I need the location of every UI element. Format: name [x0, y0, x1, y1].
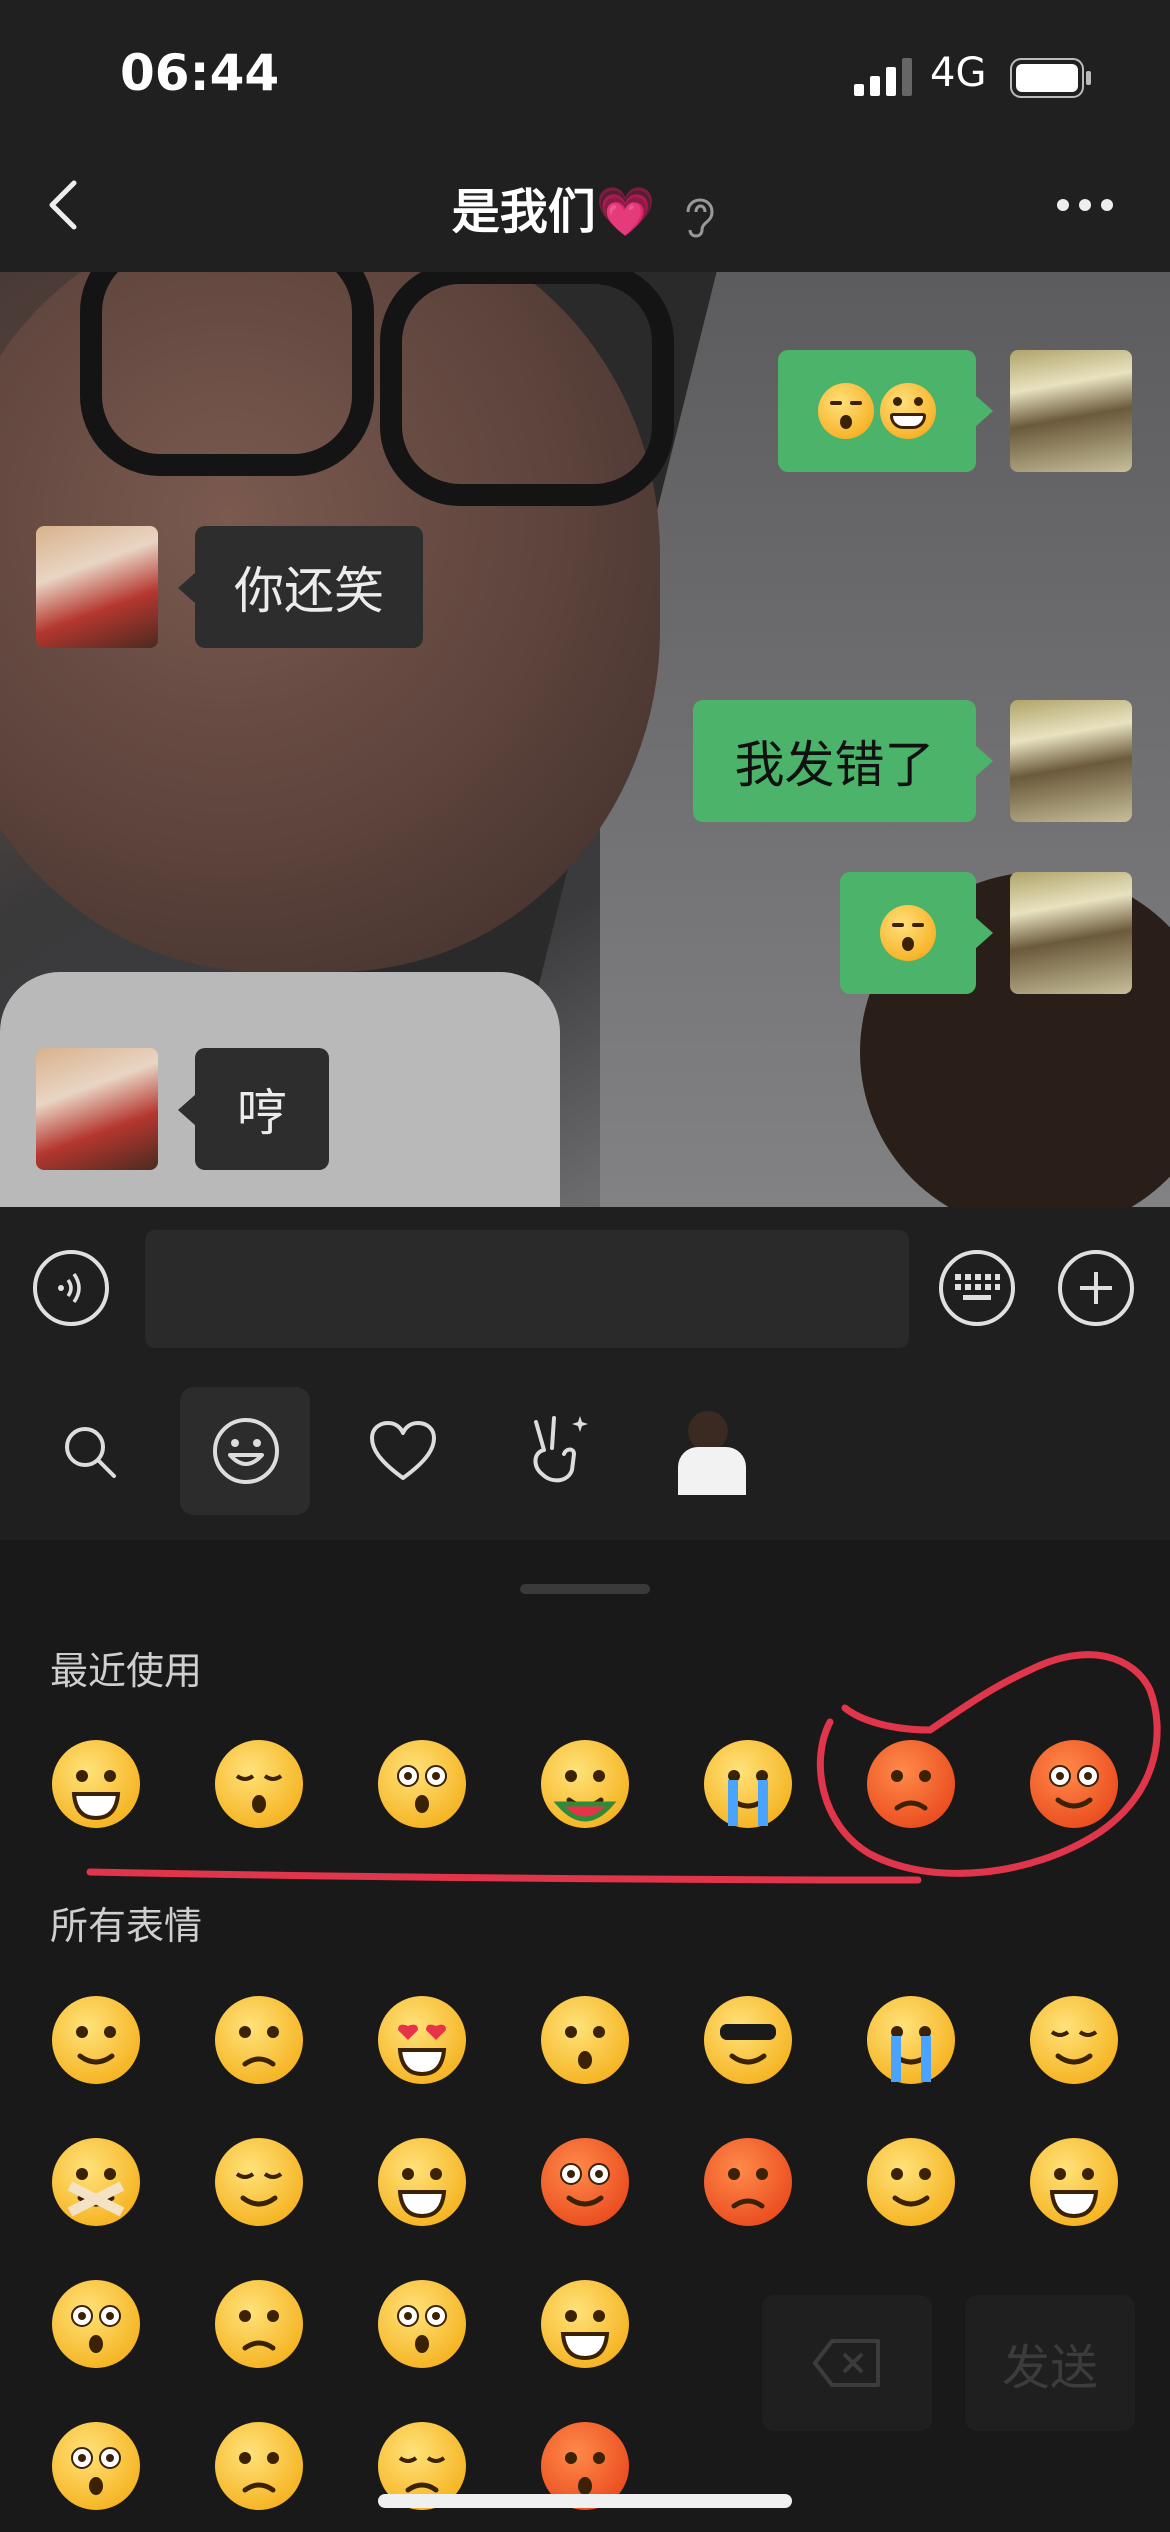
message-bubble[interactable]: [840, 872, 976, 994]
voice-button[interactable]: [33, 1250, 109, 1326]
shocked-emoji-icon[interactable]: [50, 2278, 142, 2370]
message-text: 我发错了: [734, 736, 935, 794]
status-time: 06:44: [120, 44, 280, 102]
backspace-icon: [813, 2339, 880, 2387]
plus-icon: [1080, 1272, 1112, 1304]
message-text: 哼: [237, 1084, 287, 1142]
keyboard-button[interactable]: [939, 1250, 1015, 1326]
keyboard-icon: [955, 1274, 1000, 1300]
surprised-emoji-icon[interactable]: [539, 1994, 631, 2086]
message-bubble[interactable]: [778, 350, 976, 472]
doubt-emoji-icon[interactable]: [213, 2420, 305, 2512]
sleepy-emoji-icon: [880, 905, 936, 961]
avatar[interactable]: [36, 526, 158, 648]
chat-title-text: 是我们💗: [451, 184, 656, 240]
bubble-tail: [975, 745, 993, 777]
sleepy-emoji-icon[interactable]: [213, 1738, 305, 1830]
voice-icon: [58, 1272, 81, 1304]
message-input[interactable]: [145, 1230, 909, 1348]
grin-emoji-icon: [880, 383, 936, 439]
all-emoji-title: 所有表情: [50, 1904, 203, 1948]
heart-eyes-emoji-icon[interactable]: [376, 1994, 468, 2086]
sweat-emoji-icon[interactable]: [539, 2136, 631, 2228]
sticker-thumb-head: [688, 1411, 728, 1451]
search-icon[interactable]: [58, 1420, 122, 1484]
avatar[interactable]: [1010, 700, 1132, 822]
smiley-icon[interactable]: [210, 1415, 282, 1487]
sweat-emoji-icon[interactable]: [1028, 1738, 1120, 1830]
message-text: 你还笑: [234, 562, 384, 620]
angry-emoji-icon[interactable]: [702, 2136, 794, 2228]
background-glasses: [380, 272, 674, 506]
chat-title: 是我们💗: [0, 172, 1170, 242]
avatar[interactable]: [1010, 350, 1132, 472]
gesture-icon[interactable]: [522, 1410, 592, 1490]
cry-emoji-icon[interactable]: [865, 1994, 957, 2086]
recent-title: 最近使用: [50, 1649, 203, 1693]
ear-icon: [686, 198, 714, 238]
heart-icon[interactable]: [368, 1420, 438, 1484]
delete-button[interactable]: [762, 2295, 932, 2431]
shy-emoji-icon[interactable]: [376, 2278, 468, 2370]
bubble-tail: [178, 1094, 196, 1126]
shush-emoji-icon[interactable]: [50, 2136, 142, 2228]
avatar[interactable]: [36, 1048, 158, 1170]
message-bubble[interactable]: 你还笑: [195, 526, 423, 648]
watermelon-emoji-icon[interactable]: [539, 1738, 631, 1830]
sad-emoji-icon[interactable]: [213, 2278, 305, 2370]
home-indicator[interactable]: [378, 2494, 792, 2508]
smile-emoji-icon[interactable]: [50, 1994, 142, 2086]
more-icon[interactable]: [1055, 195, 1115, 215]
plus-button[interactable]: [1058, 1250, 1134, 1326]
message-bubble[interactable]: 我发错了: [693, 700, 976, 822]
sticker-thumb[interactable]: [668, 1405, 758, 1495]
chat-area[interactable]: 你还笑 我发错了 哼: [0, 272, 1170, 1207]
sleep-emoji-icon[interactable]: [213, 2136, 305, 2228]
worried-emoji-icon[interactable]: [213, 1994, 305, 2086]
bubble-tail: [975, 917, 993, 949]
shocked-2-emoji-icon[interactable]: [50, 2420, 142, 2512]
background-glasses: [80, 272, 374, 476]
send-button[interactable]: 发送: [965, 2295, 1135, 2431]
sleepy-emoji-icon: [818, 383, 874, 439]
shy-emoji-icon[interactable]: [376, 1738, 468, 1830]
grin-emoji-icon[interactable]: [1028, 2136, 1120, 2228]
laugh-emoji-icon[interactable]: [539, 2278, 631, 2370]
angry-emoji-icon[interactable]: [865, 1738, 957, 1830]
shy-smile-emoji-icon[interactable]: [1028, 1994, 1120, 2086]
tears-laugh-emoji-icon[interactable]: [376, 2136, 468, 2228]
carrier-label: 4G: [930, 50, 987, 96]
battery-icon: [1010, 58, 1091, 98]
panel-grabber[interactable]: [520, 1584, 650, 1594]
grin-emoji-icon[interactable]: [50, 1738, 142, 1830]
message-bubble[interactable]: 哼: [195, 1048, 329, 1170]
bubble-tail: [975, 395, 993, 427]
wink-tongue-emoji-icon[interactable]: [865, 2136, 957, 2228]
bubble-tail: [178, 572, 196, 604]
sticker-thumb-body: [678, 1447, 746, 1495]
avatar[interactable]: [1010, 872, 1132, 994]
cry-emoji-icon[interactable]: [702, 1738, 794, 1830]
cool-emoji-icon[interactable]: [702, 1994, 794, 2086]
signal-icon: [854, 58, 912, 96]
